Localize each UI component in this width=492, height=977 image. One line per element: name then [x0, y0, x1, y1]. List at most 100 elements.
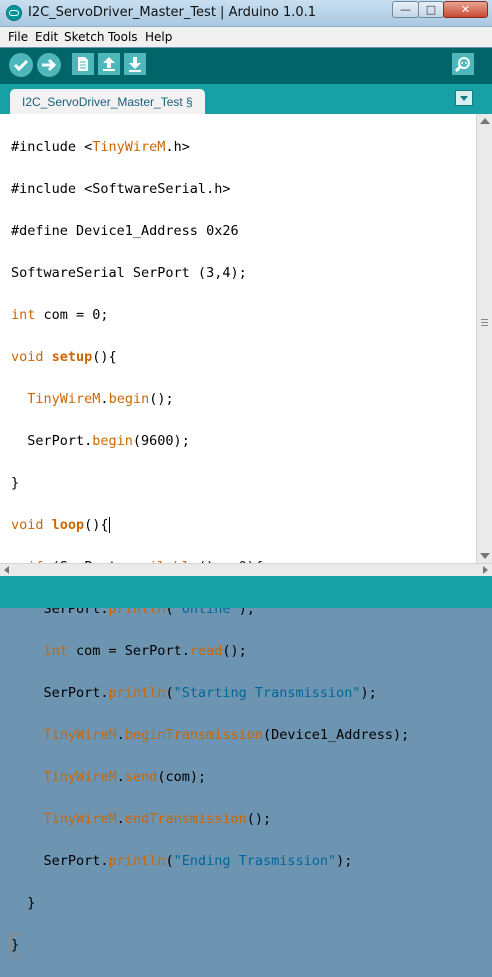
code-line: int com = 0; — [11, 305, 409, 326]
code-token: TinyWireM — [43, 727, 117, 743]
code-token: loop — [51, 517, 85, 533]
code-line: TinyWireM.begin(); — [11, 389, 409, 410]
code-line: #include <SoftwareSerial.h> — [11, 181, 231, 197]
code-token: (); — [222, 643, 247, 659]
code-token: ); — [336, 853, 353, 869]
code-line: void setup(){ — [11, 347, 409, 368]
code-token: (9600); — [132, 433, 190, 449]
code-token: void — [11, 349, 44, 365]
menu-tools[interactable]: Tools — [108, 30, 138, 44]
window-title: I2C_ServoDriver_Master_Test | Arduino 1.… — [28, 5, 317, 20]
code-token: begin — [108, 391, 150, 407]
scroll-right-arrow-icon[interactable] — [483, 566, 488, 574]
code-token: . — [116, 811, 125, 827]
code-token: com = 0; — [35, 307, 109, 323]
code-token: TinyWireM — [27, 391, 101, 407]
code-token: int — [43, 643, 68, 659]
tab-sketch[interactable]: I2C_ServoDriver_Master_Test § — [10, 89, 205, 114]
code-token: endTransmission — [124, 811, 247, 827]
open-button[interactable] — [98, 53, 120, 75]
serial-monitor-button[interactable] — [452, 53, 474, 75]
matched-bracket: } — [9, 934, 21, 957]
code-token: #include < — [11, 139, 93, 155]
code-token: "Starting Transmission" — [173, 685, 361, 701]
code-line: TinyWireM.endTransmission(); — [11, 809, 409, 830]
menu-sketch[interactable]: Sketch — [64, 30, 104, 44]
serial-monitor-icon — [454, 57, 470, 73]
maximize-button[interactable]: □ — [418, 1, 444, 18]
code-editor[interactable]: #include <TinyWireM.h> #include <Softwar… — [0, 114, 476, 957]
code-token: .h> — [165, 139, 190, 155]
menu-file[interactable]: File — [8, 30, 28, 44]
toolbar — [0, 48, 492, 84]
scroll-left-arrow-icon[interactable] — [4, 566, 9, 574]
save-button[interactable] — [124, 53, 146, 75]
code-token: TinyWireM — [92, 139, 166, 155]
verify-icon — [13, 59, 29, 72]
code-token: SerPort. — [11, 433, 93, 449]
code-line: #define Device1_Address 0x26 — [11, 223, 239, 239]
code-line: } — [11, 475, 20, 491]
code-token: (){ — [84, 517, 109, 533]
code-line: } — [9, 934, 409, 957]
code-token: TinyWireM — [43, 769, 117, 785]
code-token: ); — [360, 685, 377, 701]
code-token: (); — [149, 391, 174, 407]
code-token: ( — [165, 685, 174, 701]
code-line: SoftwareSerial SerPort (3,4); — [11, 265, 247, 281]
code-line: SerPort.println("Starting Transmission")… — [11, 683, 409, 704]
close-button[interactable]: ✕ — [443, 1, 488, 18]
menu-help[interactable]: Help — [145, 30, 172, 44]
verify-button[interactable] — [9, 53, 33, 77]
code-token: setup — [51, 349, 93, 365]
new-icon — [78, 57, 88, 71]
menu-edit[interactable]: Edit — [35, 30, 58, 44]
horizontal-scrollbar[interactable] — [0, 563, 492, 576]
code-text: #include <TinyWireM.h> #include <Softwar… — [9, 116, 410, 977]
code-token: begin — [92, 433, 133, 449]
scroll-grip-icon[interactable] — [481, 319, 488, 328]
code-token: com = SerPort. — [67, 643, 190, 659]
code-line: } — [11, 895, 36, 911]
minimize-button[interactable]: — — [392, 1, 419, 18]
status-bar — [0, 576, 492, 608]
code-token: SerPort. — [11, 685, 109, 701]
title-bar: I2C_ServoDriver_Master_Test | Arduino 1.… — [0, 0, 492, 27]
code-line: void loop(){ — [11, 515, 409, 536]
code-token: println — [108, 685, 166, 701]
code-token: println — [108, 853, 166, 869]
code-token: . — [116, 727, 125, 743]
code-token: (){ — [92, 349, 117, 365]
save-icon — [129, 57, 141, 72]
code-token: void — [11, 517, 44, 533]
code-token: SerPort. — [11, 853, 109, 869]
code-token: "Ending Trasmission" — [173, 853, 337, 869]
code-line: SerPort.println("Ending Trasmission"); — [11, 851, 409, 872]
code-token: (Device1_Address); — [262, 727, 410, 743]
scroll-down-arrow-icon[interactable] — [480, 553, 490, 559]
code-token: beginTransmission — [124, 727, 263, 743]
text-caret — [108, 517, 110, 533]
new-button[interactable] — [72, 53, 94, 75]
code-line: int com = SerPort.read(); — [11, 641, 409, 662]
tab-menu-button[interactable] — [455, 90, 473, 106]
code-line: TinyWireM.beginTransmission(Device1_Addr… — [11, 725, 410, 746]
code-token: . — [116, 769, 125, 785]
upload-icon — [42, 58, 57, 72]
code-token: send — [124, 769, 158, 785]
code-token: . — [100, 391, 109, 407]
upload-button[interactable] — [37, 53, 61, 77]
tab-bar: I2C_ServoDriver_Master_Test § — [0, 84, 492, 114]
code-token: (com); — [157, 769, 207, 785]
scroll-up-arrow-icon[interactable] — [480, 118, 490, 124]
code-token: TinyWireM — [43, 811, 117, 827]
code-token: ( — [165, 853, 174, 869]
vertical-scrollbar[interactable] — [476, 114, 492, 563]
code-token: (); — [246, 811, 272, 827]
